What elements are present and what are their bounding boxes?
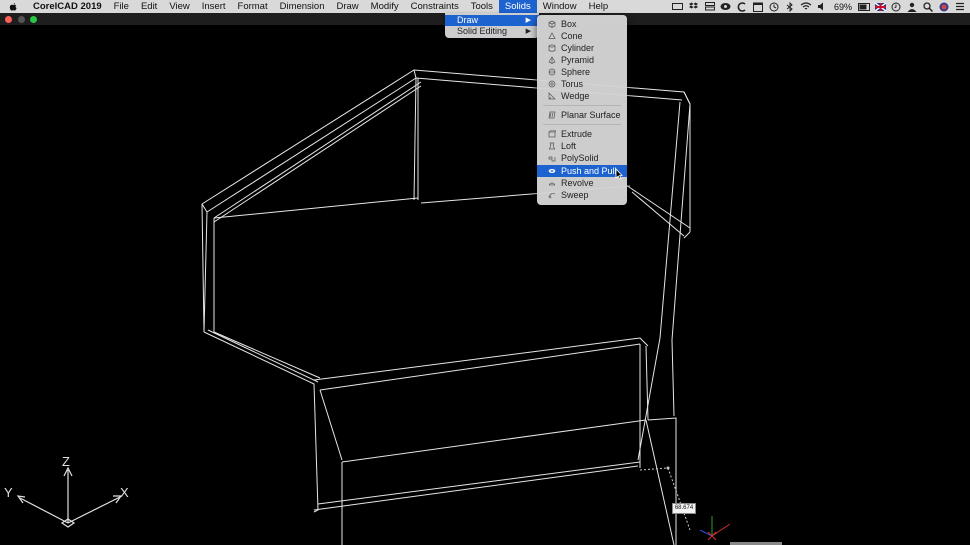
menu-item-label: Loft xyxy=(561,141,577,151)
menu-item-planar-surface[interactable]: Planar Surface xyxy=(537,109,627,121)
menu-item-torus[interactable]: Torus xyxy=(537,78,627,90)
sphere-icon xyxy=(548,68,556,76)
ucs-axis-icon xyxy=(16,466,123,528)
close-window-button[interactable] xyxy=(5,16,12,23)
menu-item-cone[interactable]: Cone xyxy=(537,30,627,42)
menu-item-sweep[interactable]: Sweep xyxy=(537,189,627,201)
polysolid-icon xyxy=(548,156,556,162)
clock-icon[interactable] xyxy=(890,2,902,12)
menu-dimension[interactable]: Dimension xyxy=(274,0,331,13)
menu-solids[interactable]: Solids xyxy=(498,0,537,13)
menu-item-label: Push and Pull xyxy=(561,166,617,176)
menu-item-label: Sweep xyxy=(561,190,589,200)
cylinder-icon xyxy=(548,44,556,52)
menu-constraints[interactable]: Constraints xyxy=(405,0,465,13)
menu-item-sphere[interactable]: Sphere xyxy=(537,66,627,78)
battery-icon[interactable] xyxy=(858,2,870,12)
menu-item-label: Draw xyxy=(457,15,479,25)
menu-item-pyramid[interactable]: Pyramid xyxy=(537,54,627,66)
menu-modify[interactable]: Modify xyxy=(365,0,405,13)
menu-separator xyxy=(543,124,621,125)
menu-item-label: Sphere xyxy=(561,67,591,77)
box-icon xyxy=(548,20,556,28)
menu-bar: CorelCAD 2019 File Edit View Insert Form… xyxy=(0,0,970,13)
pyramid-icon xyxy=(548,56,556,64)
menu-item-wedge[interactable]: Wedge xyxy=(537,90,627,102)
menu-item-extrude[interactable]: Extrude xyxy=(537,128,627,140)
menu-view[interactable]: View xyxy=(163,0,195,13)
menu-item-push-and-pull[interactable]: Push and Pull xyxy=(537,165,627,177)
menu-item-label: Box xyxy=(561,19,577,29)
ucs-y-label: Y xyxy=(4,485,13,500)
solids-menu: Draw ▶ Solid Editing ▶ xyxy=(445,13,539,38)
user-icon[interactable] xyxy=(906,2,918,12)
grid-icon[interactable] xyxy=(704,2,716,12)
menu-item-label: Cone xyxy=(561,31,583,41)
menu-item-label: Solid Editing xyxy=(457,26,508,36)
submenu-arrow-icon: ▶ xyxy=(525,17,531,24)
wifi-icon[interactable] xyxy=(800,2,812,12)
push-pull-dimension-line xyxy=(639,466,691,531)
search-icon[interactable] xyxy=(922,1,934,12)
solids-menu-item-draw[interactable]: Draw ▶ xyxy=(445,15,539,26)
extrude-icon xyxy=(548,130,556,138)
c-icon[interactable] xyxy=(736,1,748,12)
menu-draw[interactable]: Draw xyxy=(331,0,365,13)
menu-insert[interactable]: Insert xyxy=(196,0,232,13)
menu-edit[interactable]: Edit xyxy=(135,0,163,13)
menu-item-label: Revolve xyxy=(561,178,594,188)
menu-file[interactable]: File xyxy=(108,0,135,13)
bluetooth-icon[interactable] xyxy=(784,1,796,12)
draw-submenu: Box Cone Cylinder Pyramid Sphere Torus W… xyxy=(537,15,627,205)
menu-item-label: Wedge xyxy=(561,91,590,101)
flag-icon[interactable] xyxy=(874,2,886,12)
cursor-axis-gizmo xyxy=(699,516,731,541)
siri-icon[interactable] xyxy=(938,2,950,12)
dropbox-icon[interactable] xyxy=(688,2,700,12)
menu-help[interactable]: Help xyxy=(583,0,615,13)
ucs-z-label: Z xyxy=(62,454,70,469)
mouse-cursor-icon xyxy=(615,168,623,180)
menu-item-label: Pyramid xyxy=(561,55,595,65)
sweep-icon xyxy=(548,193,556,199)
menu-item-loft[interactable]: Loft xyxy=(537,140,627,152)
menu-item-cylinder[interactable]: Cylinder xyxy=(537,42,627,54)
menu-app-name[interactable]: CorelCAD 2019 xyxy=(31,0,108,13)
submenu-arrow-icon: ▶ xyxy=(525,28,531,35)
menu-item-label: Cylinder xyxy=(561,43,595,53)
calendar-icon[interactable] xyxy=(752,2,764,12)
wedge-icon xyxy=(548,92,556,100)
torus-icon xyxy=(548,80,556,88)
menu-tools[interactable]: Tools xyxy=(465,0,499,13)
menu-item-label: Extrude xyxy=(561,129,593,139)
menu-item-label: PolySolid xyxy=(561,153,599,163)
menu-window[interactable]: Window xyxy=(537,0,583,13)
push-pull-icon xyxy=(548,169,556,173)
menu-item-revolve[interactable]: Revolve xyxy=(537,177,627,189)
notification-center-icon[interactable] xyxy=(954,2,966,12)
planar-surface-icon xyxy=(548,111,556,119)
time-machine-icon[interactable] xyxy=(768,2,780,12)
menu-item-box[interactable]: Box xyxy=(537,18,627,30)
menu-format[interactable]: Format xyxy=(232,0,274,13)
menu-item-label: Planar Surface xyxy=(561,110,621,120)
drawing-viewport[interactable]: Z Y X xyxy=(0,25,970,545)
menu-item-polysolid[interactable]: PolySolid xyxy=(537,152,627,164)
menu-separator xyxy=(543,105,621,106)
screen-icon[interactable] xyxy=(672,2,684,12)
menu-item-label: Torus xyxy=(561,79,584,89)
eye-icon[interactable] xyxy=(720,2,732,12)
zoom-window-button[interactable] xyxy=(30,16,37,23)
revolve-icon xyxy=(548,182,556,186)
ucs-x-label: X xyxy=(120,485,129,500)
cone-icon xyxy=(548,32,556,39)
battery-percent: 69% xyxy=(833,1,852,12)
solids-menu-item-solid-editing[interactable]: Solid Editing ▶ xyxy=(445,26,539,37)
dimension-input-label[interactable]: 68.674 xyxy=(672,503,696,514)
volume-icon[interactable] xyxy=(816,2,828,12)
minimize-window-button[interactable] xyxy=(18,16,25,23)
status-icons: 69% xyxy=(672,0,966,13)
loft-icon xyxy=(548,142,556,150)
apple-icon[interactable] xyxy=(9,2,23,12)
